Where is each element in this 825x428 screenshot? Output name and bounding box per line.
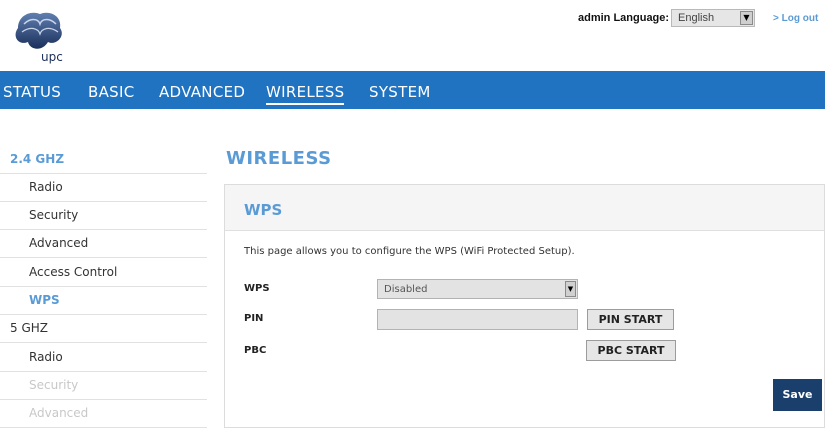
panel-description: This page allows you to configure the WP…	[244, 246, 575, 257]
sidebar-item-radio[interactable]: Radio	[0, 174, 207, 202]
wps-panel: WPS This page allows you to configure th…	[224, 184, 825, 428]
nav-system[interactable]: SYSTEM	[369, 83, 431, 101]
sidebar-item-label: Radio	[29, 180, 63, 194]
language-value: English	[678, 12, 715, 24]
sidebar-item-label: Advanced	[29, 236, 89, 250]
wps-select[interactable]: Disabled ▼	[377, 279, 578, 299]
page-title: WIRELESS	[226, 148, 332, 169]
main-nav: STATUS BASIC ADVANCED WIRELESS SYSTEM	[0, 71, 825, 109]
sidebar-group-5ghz[interactable]: 5 GHZ	[0, 315, 207, 343]
sidebar-item-access-control[interactable]: Access Control	[0, 259, 207, 287]
sidebar-item-label: 2.4 GHZ	[10, 152, 65, 166]
sidebar-item-label: Advanced	[29, 406, 89, 420]
sidebar-item-label: Security	[29, 208, 79, 222]
nav-basic[interactable]: BASIC	[88, 83, 134, 101]
wps-select-value: Disabled	[384, 284, 428, 295]
upc-logo[interactable]: upc	[10, 6, 70, 64]
logo-text: upc	[41, 50, 63, 64]
dropdown-arrow-icon[interactable]: ▼	[565, 281, 576, 297]
sidebar-item-advanced[interactable]: Advanced	[0, 230, 207, 258]
sidebar-item-wps[interactable]: WPS	[0, 287, 207, 315]
dropdown-arrow-icon[interactable]: ▼	[740, 11, 753, 25]
logout-link[interactable]: > Log out	[773, 13, 818, 24]
sidebar-item-security-5ghz: Security	[0, 372, 207, 400]
pbc-label: PBC	[244, 345, 267, 356]
sidebar-item-label: Access Control	[29, 265, 118, 279]
pbc-start-button[interactable]: PBC START	[586, 340, 676, 361]
sidebar-item-label: Radio	[29, 350, 63, 364]
pin-label: PIN	[244, 313, 264, 324]
sidebar-item-advanced-5ghz: Advanced	[0, 400, 207, 428]
panel-title: WPS	[244, 201, 283, 219]
sidebar-item-radio-5ghz[interactable]: Radio	[0, 344, 207, 372]
header: upc admin Language: English ▼ > Log out	[0, 0, 825, 70]
panel-header: WPS	[225, 185, 824, 231]
sidebar-item-label: Security	[29, 378, 79, 392]
sidebar-item-label: WPS	[29, 293, 60, 307]
sidebar-item-security[interactable]: Security	[0, 202, 207, 230]
sidebar-item-label: 5 GHZ	[10, 321, 48, 335]
pin-input[interactable]	[377, 309, 578, 330]
save-button[interactable]: Save	[773, 379, 822, 411]
nav-wireless[interactable]: WIRELESS	[266, 83, 345, 105]
language-select[interactable]: English ▼	[671, 9, 755, 27]
pin-start-button[interactable]: PIN START	[587, 309, 674, 330]
sidebar-group-2-4ghz[interactable]: 2.4 GHZ	[0, 146, 207, 174]
nav-status[interactable]: STATUS	[3, 83, 61, 101]
nav-advanced[interactable]: ADVANCED	[159, 83, 245, 101]
admin-language-label: admin Language:	[578, 12, 670, 24]
wps-label: WPS	[244, 283, 270, 294]
